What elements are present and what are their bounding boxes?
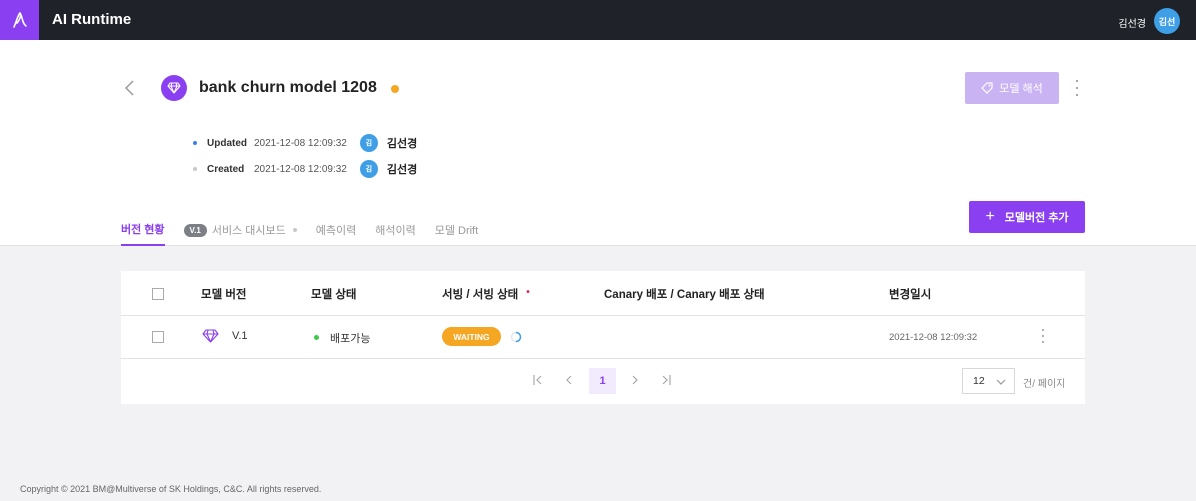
add-model-version-button[interactable]: + 모델버전 추가 xyxy=(969,201,1085,233)
header-serving-label: 서빙 / 서빙 상태 xyxy=(442,289,519,301)
required-marker: • xyxy=(526,287,530,298)
header-serving: 서빙 / 서빙 상태 • xyxy=(442,286,530,302)
updated-info: Updated 2021-12-08 12:09:32 김 김선경 xyxy=(193,134,417,152)
created-label: Created xyxy=(207,163,245,175)
user-name[interactable]: 김선경 xyxy=(1118,15,1146,30)
row-checkbox[interactable] xyxy=(152,331,164,343)
status-dot xyxy=(314,335,319,340)
runtime-logo-icon[interactable] xyxy=(0,0,39,40)
table-row[interactable]: V.1 배포가능 WAITING 2021-12-08 12:09:32 xyxy=(121,316,1085,359)
model-analyze-button[interactable]: 모델 해석 xyxy=(965,72,1059,104)
tab-analysis-history[interactable]: 해석이력 xyxy=(375,214,415,246)
diamond-icon xyxy=(161,75,187,101)
tab-version-status[interactable]: 버전 현황 xyxy=(121,214,165,246)
row-more-icon[interactable] xyxy=(1039,329,1047,343)
version-badge: V.1 xyxy=(183,223,207,237)
header-updated-at: 변경일시 xyxy=(889,289,932,301)
prev-page-icon[interactable] xyxy=(561,372,577,388)
app-title[interactable]: AI Runtime xyxy=(52,11,131,28)
select-all-checkbox[interactable] xyxy=(152,288,164,300)
header-model-version: 모델 버전 xyxy=(201,289,247,301)
next-page-icon[interactable] xyxy=(627,372,643,388)
page-size-value: 12 xyxy=(973,375,985,387)
chevron-down-icon xyxy=(996,379,1006,385)
model-status-dot xyxy=(391,85,399,93)
row-updated-at: 2021-12-08 12:09:32 xyxy=(889,332,978,343)
model-header: bank churn model 1208 모델 해석 Updated 2021… xyxy=(0,40,1196,246)
tab-separator-dot xyxy=(292,228,297,232)
top-bar: AI Runtime 김선경 김선 xyxy=(0,0,1196,40)
updated-date: 2021-12-08 12:09:32 xyxy=(254,137,347,149)
last-page-icon[interactable] xyxy=(658,372,674,388)
row-model-status-label: 배포가능 xyxy=(330,333,371,345)
tab-bar: 버전 현황 V.1 서비스 대시보드 예측이력 해석이력 모델 Drift xyxy=(121,214,497,246)
more-options-icon[interactable] xyxy=(1072,80,1082,96)
diamond-icon xyxy=(202,329,219,346)
created-info: Created 2021-12-08 12:09:32 김 김선경 xyxy=(193,160,417,178)
add-model-version-label: 모델버전 추가 xyxy=(1004,212,1069,224)
header-canary: Canary 배포 / Canary 배포 상태 xyxy=(604,289,765,301)
user-avatar[interactable]: 김선 xyxy=(1154,8,1180,34)
row-version: V.1 xyxy=(232,330,248,342)
plus-icon: + xyxy=(985,208,995,225)
row-model-status: 배포가능 xyxy=(314,330,370,346)
header-model-status: 모델 상태 xyxy=(311,289,357,301)
serving-status-badge: WAITING xyxy=(442,327,501,346)
page-size-select[interactable]: 12 xyxy=(962,368,1015,394)
updated-user-avatar: 김 xyxy=(359,134,378,152)
tab-service-dashboard-label: 서비스 대시보드 xyxy=(211,225,286,237)
page-size-unit: 건/ 페이지 xyxy=(1023,379,1066,390)
loading-spinner-icon xyxy=(510,331,522,343)
tab-service-dashboard[interactable]: V.1 서비스 대시보드 xyxy=(183,214,297,246)
footer-copyright: Copyright © 2021 BM@Multiverse of SK Hol… xyxy=(20,484,322,494)
tag-icon xyxy=(981,82,993,94)
model-title: bank churn model 1208 xyxy=(199,79,377,96)
updated-bullet xyxy=(193,141,197,145)
updated-label: Updated xyxy=(207,137,247,149)
model-analyze-label: 모델 해석 xyxy=(999,83,1043,95)
tab-model-drift[interactable]: 모델 Drift xyxy=(435,214,478,246)
created-bullet xyxy=(193,167,197,171)
table-header: 모델 버전 모델 상태 서빙 / 서빙 상태 • Canary 배포 / Cana… xyxy=(121,271,1085,316)
created-user-avatar: 김 xyxy=(359,160,378,178)
created-user: 김선경 xyxy=(386,164,418,176)
tab-prediction-history[interactable]: 예측이력 xyxy=(316,214,356,246)
version-table-panel: 모델 버전 모델 상태 서빙 / 서빙 상태 • Canary 배포 / Cana… xyxy=(121,271,1085,404)
back-arrow-icon[interactable] xyxy=(122,78,138,98)
updated-user: 김선경 xyxy=(386,138,418,150)
created-date: 2021-12-08 12:09:32 xyxy=(254,163,347,175)
first-page-icon[interactable] xyxy=(530,372,546,388)
page-number-current[interactable]: 1 xyxy=(589,368,616,394)
